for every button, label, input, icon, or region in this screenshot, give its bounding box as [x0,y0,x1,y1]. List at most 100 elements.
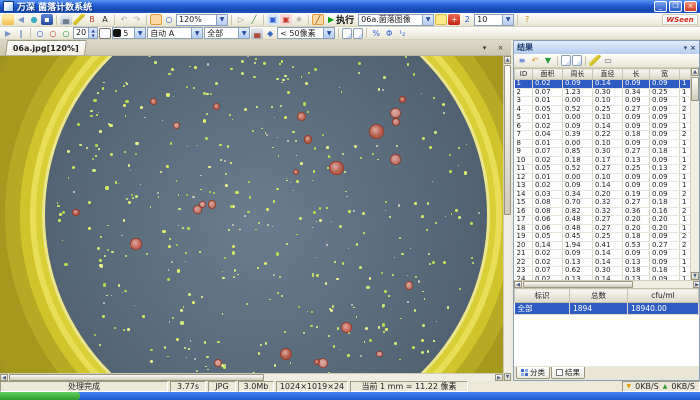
table-row[interactable]: 230.070.620.300.180.181 [515,267,691,276]
summary-table[interactable]: 标识总数cfu/ml 全部189418940.00 [514,288,699,314]
column-header[interactable]: ID [515,69,533,80]
table-row[interactable]: 110.050.520.270.250.132 [515,165,691,174]
table-row[interactable]: 10.020.090.140.090.091 [515,80,691,89]
table-vscroll-thumb[interactable] [691,77,699,101]
magp-icon[interactable] [34,28,46,39]
chevron-down-icon[interactable]: ▼ [191,28,202,38]
rl-undo-icon[interactable] [529,55,541,66]
table-row[interactable]: 130.020.090.140.090.091 [515,182,691,191]
table-row[interactable]: 170.060.480.270.200.201 [515,216,691,225]
image-horizontal-scrollbar[interactable]: ◀ ▶ [0,373,503,381]
rl-list-icon[interactable] [516,55,528,66]
column-header[interactable]: 长 [623,69,650,80]
phi-icon[interactable] [383,28,395,39]
sup-icon[interactable] [396,28,408,39]
doc2-icon[interactable] [353,28,363,39]
chevron-down-icon[interactable]: ▼ [502,15,513,25]
table-row[interactable]: 20.071.230.300.340.251 [515,88,691,97]
web-icon[interactable] [28,14,40,25]
column-header[interactable]: 宽 [650,69,680,80]
redo-icon[interactable] [131,14,143,25]
vscroll-thumb[interactable] [504,65,511,215]
line-width-combobox[interactable]: 5 ▼ [112,27,146,39]
rl-sheet-icon[interactable] [561,55,571,66]
pencil-icon[interactable] [73,14,85,25]
table-row[interactable]: 200.141.940.410.530.272 [515,241,691,250]
chevron-down-icon[interactable]: ▼ [323,28,334,38]
dropper-icon[interactable] [248,14,260,25]
pause-icon[interactable] [15,28,27,39]
scroll-up-icon[interactable]: ▲ [504,56,511,64]
scroll-left-icon[interactable]: ◀ [514,281,522,288]
pick1-icon[interactable] [267,14,279,25]
table-row[interactable]: 210.020.090.140.090.091 [515,250,691,259]
hscroll-thumb[interactable] [9,374,264,381]
scroll-up-icon[interactable]: ▲ [691,68,699,76]
tab-classification[interactable]: 分类 [516,367,550,379]
back-icon[interactable] [15,14,27,25]
mags-icon[interactable] [60,28,72,39]
addred-icon[interactable] [448,14,460,25]
spinner-down-icon[interactable]: ▼ [89,33,97,38]
color-swatch-black[interactable] [113,29,121,37]
pct-icon[interactable] [370,28,382,39]
rl-filter-icon[interactable] [542,55,554,66]
pixel-filter-combobox[interactable]: < 50像素 ▼ [277,27,335,39]
magm-icon[interactable] [47,28,59,39]
note-icon[interactable] [435,14,447,25]
image-select-combobox[interactable]: 06a.菌落图像 ▼ [358,14,434,26]
zoom-level-combobox[interactable]: 120% ▼ [176,14,228,26]
size-spinner[interactable]: 20 ▲▼ [73,27,98,39]
column-header[interactable]: 面积 [533,69,563,80]
pointer-icon[interactable] [235,14,247,25]
rl-rect-icon[interactable] [602,55,614,66]
gear-icon[interactable] [293,14,305,25]
tab-results[interactable]: 结果 [551,367,585,379]
mag-icon[interactable] [163,14,175,25]
table-row[interactable]: 30.010.000.100.090.091 [515,97,691,106]
chevron-down-icon[interactable]: ▼ [422,15,433,25]
scroll-right-icon[interactable]: ▶ [495,374,503,381]
table-row[interactable]: 160.080.820.320.360.162 [515,207,691,216]
pen2-icon[interactable] [461,14,473,25]
open-icon[interactable] [2,14,14,25]
maximize-button[interactable]: ❐ [669,1,682,12]
pick2-icon[interactable] [280,14,292,25]
table-row[interactable]: 60.020.090.140.090.091 [515,122,691,131]
results-table[interactable]: ID面积周长直径长宽 10.020.090.140.090.09120.071.… [514,68,691,288]
table-vertical-scrollbar[interactable]: ▲ ▼ [690,68,699,280]
column-header[interactable]: 周长 [563,69,593,80]
table-row[interactable]: 140.030.340.200.190.092 [515,190,691,199]
petri-dish-image[interactable] [0,56,503,373]
chevron-down-icon[interactable]: ▼ [238,28,249,38]
swatchw-icon[interactable] [99,28,111,39]
undo-icon[interactable] [118,14,130,25]
summary-row[interactable]: 全部189418940.00 [515,303,699,315]
tab-close-icon[interactable]: × [494,41,507,54]
summary-column-header[interactable]: 标识 [515,289,570,303]
save-icon[interactable] [41,14,53,25]
table-hscroll-thumb[interactable] [523,281,633,288]
printc-icon[interactable] [251,28,263,39]
table-row[interactable]: 220.020.130.140.130.091 [515,258,691,267]
start-button-edge[interactable] [0,392,80,400]
count-combobox[interactable]: 10 ▼ [474,14,514,26]
help-icon[interactable] [521,14,533,25]
table-horizontal-scrollbar[interactable]: ◀ ▶ [514,280,699,288]
stamp-icon[interactable] [264,28,276,39]
mode-combobox[interactable]: 自动 A ▼ [147,27,203,39]
scope-combobox[interactable]: 全部 ▼ [204,27,250,39]
chevron-down-icon[interactable]: ▼ [134,28,145,38]
table-row[interactable]: 180.060.480.270.200.201 [515,224,691,233]
panel-pin-icon[interactable]: ▾ [684,44,688,52]
table-row[interactable]: 120.010.000.100.090.091 [515,173,691,182]
font-icon[interactable] [99,14,111,25]
minimize-button[interactable]: _ [654,1,667,12]
table-row[interactable]: 150.080.700.320.270.181 [515,199,691,208]
column-header[interactable]: 直径 [593,69,623,80]
format-icon[interactable] [86,14,98,25]
hand-icon[interactable] [150,14,162,25]
table-row[interactable]: 80.010.000.100.090.091 [515,139,691,148]
run-button[interactable]: 执行 [325,13,357,26]
summary-column-header[interactable]: 总数 [570,289,628,303]
